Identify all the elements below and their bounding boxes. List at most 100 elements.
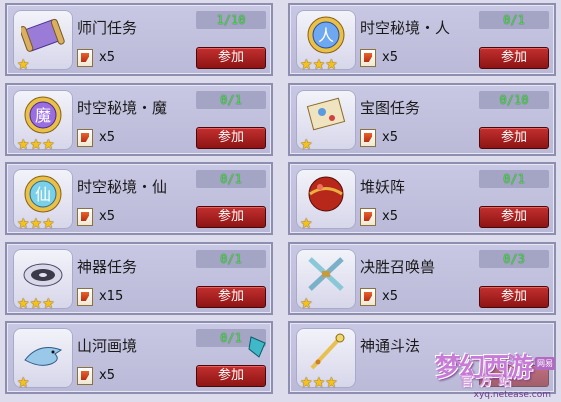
task-progress: 1/10 bbox=[196, 11, 266, 29]
reward-item-icon bbox=[77, 367, 93, 385]
join-button[interactable]: 参加 bbox=[196, 286, 266, 308]
star-icon: ★ bbox=[300, 137, 313, 153]
task-progress: 0/1 bbox=[479, 11, 549, 29]
reward-count: x5 bbox=[99, 368, 115, 383]
star-rating: ★ ★ ★ bbox=[17, 217, 55, 231]
star-icon: ★ bbox=[17, 296, 30, 312]
reward-item-icon bbox=[360, 129, 376, 147]
demon-ball-icon bbox=[308, 176, 344, 212]
task-card-realm-human: 人 ★ ★ ★ 时空秘境・人 0/1 x5 参加 bbox=[288, 3, 556, 76]
star-icon: ★ bbox=[300, 57, 313, 73]
reward-item-icon bbox=[77, 288, 93, 306]
star-rating: ★ ★ ★ bbox=[300, 376, 338, 390]
reward-count: x5 bbox=[382, 130, 398, 145]
join-button[interactable]: 参加 bbox=[196, 127, 266, 149]
task-card-realm-immortal: 仙 ★ ★ ★ 时空秘境・仙 0/1 x5 参加 bbox=[5, 162, 273, 235]
task-title: 师门任务 bbox=[77, 19, 138, 37]
star-rating: ★ bbox=[300, 297, 313, 311]
reward-item-icon bbox=[360, 208, 376, 226]
join-button[interactable]: 参加 bbox=[479, 286, 549, 308]
star-icon: ★ bbox=[17, 137, 30, 153]
join-button[interactable]: 参加 bbox=[479, 127, 549, 149]
task-icon-frame: ★ bbox=[296, 169, 356, 231]
realm-orb-icon: 仙 bbox=[24, 175, 62, 213]
reward-item-icon bbox=[77, 208, 93, 226]
task-icon-frame: ★ ★ ★ bbox=[296, 328, 356, 390]
reward-item-icon bbox=[77, 49, 93, 67]
task-progress: 0/1 bbox=[479, 170, 549, 188]
task-grid: ★ 师门任务 1/10 x5 参加 人 ★ ★ ★ 时空秘境・人 0/1 x5 参加… bbox=[0, 0, 561, 402]
treasure-map-icon bbox=[306, 97, 346, 131]
reward-count: x5 bbox=[99, 50, 115, 65]
reward-count: x15 bbox=[99, 289, 124, 304]
star-icon: ★ bbox=[29, 216, 43, 232]
star-icon: ★ bbox=[42, 137, 55, 153]
task-title: 山河画境 bbox=[77, 337, 138, 355]
reward-count: x5 bbox=[382, 289, 398, 304]
task-card-artifact: ★ ★ ★ 神器任务 0/1 x15 参加 bbox=[5, 242, 273, 315]
star-rating: ★ ★ ★ bbox=[17, 138, 55, 152]
artifact-disc-icon bbox=[23, 263, 63, 287]
task-title: 堆妖阵 bbox=[360, 178, 406, 196]
join-button[interactable]: 参加 bbox=[479, 206, 549, 228]
star-icon: ★ bbox=[29, 296, 43, 312]
star-rating: ★ bbox=[300, 138, 313, 152]
join-button[interactable]: 参加 bbox=[196, 47, 266, 69]
star-rating: ★ ★ ★ bbox=[17, 297, 55, 311]
reward-count: x5 bbox=[99, 209, 115, 224]
task-card-summon-duel: ★ 决胜召唤兽 0/3 x5 参加 bbox=[288, 242, 556, 315]
task-icon-frame: ★ bbox=[13, 328, 73, 391]
task-title: 决胜召唤兽 bbox=[360, 258, 436, 276]
realm-orb-icon: 人 bbox=[307, 16, 345, 54]
task-title: 时空秘境・仙 bbox=[77, 178, 168, 196]
task-progress: 0/1 bbox=[196, 170, 266, 188]
star-icon: ★ bbox=[325, 375, 338, 391]
join-button[interactable]: 参加 bbox=[196, 206, 266, 228]
task-card-treasure-map: ★ 宝图任务 0/10 x5 参加 bbox=[288, 83, 556, 156]
star-rating: ★ bbox=[17, 58, 30, 72]
star-icon: ★ bbox=[312, 57, 326, 73]
shark-icon bbox=[24, 347, 63, 366]
svg-text:仙: 仙 bbox=[35, 185, 51, 204]
task-progress: 0/3 bbox=[479, 250, 549, 268]
task-card-demon-array: ★ 堆妖阵 0/1 x5 参加 bbox=[288, 162, 556, 235]
star-icon: ★ bbox=[17, 57, 30, 73]
star-rating: ★ bbox=[300, 217, 313, 231]
join-button[interactable]: 参加 bbox=[479, 365, 549, 387]
realm-orb-icon: 魔 bbox=[24, 96, 62, 134]
task-icon-frame: ★ bbox=[296, 249, 356, 311]
star-icon: ★ bbox=[312, 375, 326, 391]
svg-text:魔: 魔 bbox=[35, 106, 51, 125]
star-rating: ★ ★ ★ bbox=[300, 58, 338, 72]
star-icon: ★ bbox=[17, 375, 30, 391]
join-button[interactable]: 参加 bbox=[479, 47, 549, 69]
task-title: 神通斗法 bbox=[360, 337, 421, 355]
task-card-divine-duel: ★ ★ ★ 神通斗法 参加 bbox=[288, 321, 556, 394]
crystal-shard-icon bbox=[248, 336, 266, 358]
task-icon-frame: 魔 ★ ★ ★ bbox=[13, 90, 73, 152]
task-progress: 0/1 bbox=[196, 91, 266, 109]
star-icon: ★ bbox=[42, 216, 55, 232]
star-icon: ★ bbox=[300, 296, 313, 312]
task-progress: 0/10 bbox=[479, 91, 549, 109]
task-card-shimen: ★ 师门任务 1/10 x5 参加 bbox=[5, 3, 273, 76]
star-icon: ★ bbox=[17, 216, 30, 232]
star-icon: ★ bbox=[325, 57, 338, 73]
task-icon-frame: ★ bbox=[296, 90, 356, 152]
scroll-icon bbox=[21, 18, 65, 52]
task-title: 宝图任务 bbox=[360, 99, 421, 117]
task-icon-frame: ★ ★ ★ bbox=[13, 249, 73, 311]
reward-count: x5 bbox=[382, 209, 398, 224]
task-icon-frame: 仙 ★ ★ ★ bbox=[13, 169, 73, 231]
star-icon: ★ bbox=[29, 137, 43, 153]
svg-text:人: 人 bbox=[318, 26, 334, 45]
task-icon-frame: 人 ★ ★ ★ bbox=[296, 10, 356, 72]
task-icon-frame: ★ bbox=[13, 10, 73, 72]
join-button[interactable]: 参加 bbox=[196, 365, 266, 387]
crossed-swords-icon bbox=[308, 257, 344, 291]
reward-item-icon bbox=[360, 288, 376, 306]
reward-count: x5 bbox=[382, 50, 398, 65]
star-icon: ★ bbox=[300, 375, 313, 391]
star-icon: ★ bbox=[300, 216, 313, 232]
reward-count: x5 bbox=[99, 130, 115, 145]
